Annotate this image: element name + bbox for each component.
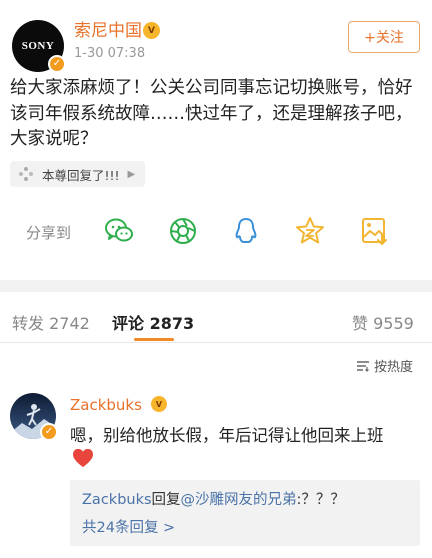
reply-user[interactable]: Zackbuks [82,492,152,508]
tab-likes-count: 9559 [373,314,414,333]
tab-repost-label: 转发 [12,314,45,333]
qq-icon[interactable] [230,215,262,247]
commenter-name[interactable]: Zackbuks [70,396,142,414]
moments-icon[interactable] [167,215,199,247]
active-tab-indicator [134,338,174,341]
tab-repost[interactable]: 转发 2742 [12,310,90,334]
follow-button[interactable]: +关注 [348,21,420,53]
save-image-icon[interactable] [358,215,390,247]
heart-icon [73,448,93,468]
author-name[interactable]: 索尼中国 [74,20,142,42]
share-label: 分享到 [26,224,72,242]
avatar-logo-text: SONY [21,40,55,52]
reply-dots-icon [19,167,33,181]
tab-comments[interactable]: 评论 2873 [112,310,194,334]
reply-content: :？？？ [296,492,345,508]
tab-likes[interactable]: 赞 9559 [352,310,414,334]
comment-text: 嗯，别给他放长假，年后记得让他回来上班 [70,426,384,445]
qzone-icon[interactable] [294,215,326,247]
reply-pill-label: 本尊回复了!!! [42,167,120,183]
wechat-icon[interactable] [103,215,135,247]
more-replies-link[interactable]: 共24条回复 > [82,516,175,537]
reply-highlight-pill[interactable]: 本尊回复了!!! ▶ [10,161,146,187]
post-text: 给大家添麻烦了！公关公司同事忘记切换账号，恰好该司年假系统故障……快过年了，还是… [10,78,413,149]
sort-icon [357,360,369,372]
tab-comments-count: 2873 [149,314,195,333]
reply-verb: 回复 [151,492,181,508]
vip-badge-icon: V [151,396,167,412]
tab-repost-count: 2742 [49,314,90,333]
vip-badge-icon: V [143,22,160,39]
sort-by-hot-button[interactable]: 按热度 [356,356,413,375]
tab-likes-label: 赞 [352,314,369,333]
post-time: 1-30 07:38 [74,46,146,61]
verified-badge-icon: ✓ [40,423,58,441]
chevron-right-icon: ▶ [127,168,136,180]
tab-comments-label: 评论 [112,314,145,333]
section-divider [0,280,432,292]
verified-badge-icon: ✓ [48,55,66,73]
nested-reply: Zackbuks回复@沙雕网友的兄弟:？？？ [82,488,345,509]
tabs-divider [0,342,432,343]
sort-label: 按热度 [374,360,414,375]
reply-mention[interactable]: @沙雕网友的兄弟 [181,492,297,508]
